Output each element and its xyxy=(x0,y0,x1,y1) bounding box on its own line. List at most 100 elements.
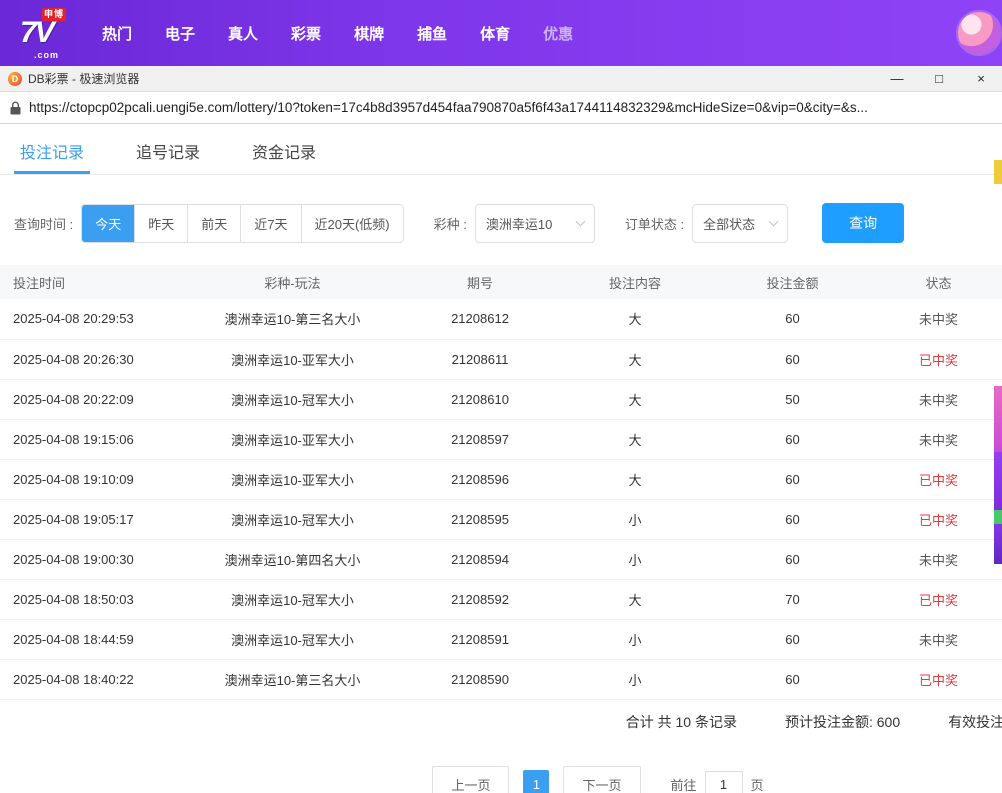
nav-item-chess[interactable]: 棋牌 xyxy=(354,23,384,44)
browser-titlebar: D DB彩票 - 极速浏览器 — □ × xyxy=(0,66,1002,92)
bet-amount: 60 xyxy=(710,539,875,579)
bet-content: 大 xyxy=(560,299,710,339)
window-title: DB彩票 - 极速浏览器 xyxy=(28,70,139,87)
issue-number: 21208596 xyxy=(400,459,560,499)
bet-time: 2025-04-08 19:10:09 xyxy=(0,459,185,499)
expected-amount: 预计投注金额: 600 xyxy=(785,712,900,732)
bet-content: 小 xyxy=(560,539,710,579)
issue-number: 21208594 xyxy=(400,539,560,579)
column-header: 投注时间 xyxy=(0,265,185,299)
issue-number: 21208610 xyxy=(400,379,560,419)
goto-label: 前往 xyxy=(671,775,697,793)
bet-time: 2025-04-08 19:15:06 xyxy=(0,419,185,459)
background-page-edge xyxy=(994,386,1002,452)
maximize-button[interactable]: □ xyxy=(918,66,960,91)
bet-amount: 60 xyxy=(710,499,875,539)
lottery-select[interactable]: 澳洲幸运10 xyxy=(475,204,595,243)
nav-item-promo[interactable]: 优惠 xyxy=(543,23,573,44)
search-button[interactable]: 查询 xyxy=(822,203,904,243)
bet-amount: 60 xyxy=(710,339,875,379)
bet-status: 已中奖 xyxy=(875,499,1002,539)
nav-item-hot[interactable]: 热门 xyxy=(102,23,132,44)
nav-item-fishing[interactable]: 捕鱼 xyxy=(417,23,447,44)
time-option-last-20-days[interactable]: 近20天(低频) xyxy=(301,205,403,242)
bet-status: 未中奖 xyxy=(875,379,1002,419)
time-filter-group: 今天昨天前天近7天近20天(低频) xyxy=(81,204,403,243)
valid-amount: 有效投注金额: xyxy=(948,712,1002,732)
table-row: 2025-04-08 19:15:06澳洲幸运10-亚军大小21208597大6… xyxy=(0,419,1002,459)
tab-chase-records[interactable]: 追号记录 xyxy=(130,124,206,174)
next-page-button[interactable]: 下一页 xyxy=(563,766,640,793)
bet-content: 大 xyxy=(560,459,710,499)
bet-time: 2025-04-08 20:29:53 xyxy=(0,299,185,339)
time-option-yesterday[interactable]: 昨天 xyxy=(134,205,187,242)
time-option-today[interactable]: 今天 xyxy=(82,205,134,242)
column-header: 状态 xyxy=(875,265,1002,299)
order-status-select[interactable]: 全部状态 xyxy=(692,204,788,243)
lock-icon xyxy=(10,101,21,115)
bet-amount: 70 xyxy=(710,579,875,619)
game-play: 澳洲幸运10-亚军大小 xyxy=(185,459,400,499)
bet-time: 2025-04-08 18:40:22 xyxy=(0,659,185,699)
background-page-edge xyxy=(994,160,1002,184)
bet-status: 未中奖 xyxy=(875,619,1002,659)
goto-page-input[interactable] xyxy=(705,771,743,793)
game-play: 澳洲幸运10-第三名大小 xyxy=(185,299,400,339)
bet-status: 已中奖 xyxy=(875,579,1002,619)
nav-item-lottery[interactable]: 彩票 xyxy=(291,23,321,44)
close-button[interactable]: × xyxy=(960,66,1002,91)
minimize-button[interactable]: — xyxy=(876,66,918,91)
page-number-current[interactable]: 1 xyxy=(523,770,549,793)
tab-fund-records[interactable]: 资金记录 xyxy=(246,124,322,174)
table-row: 2025-04-08 18:44:59澳洲幸运10-冠军大小21208591小6… xyxy=(0,619,1002,659)
user-avatar[interactable] xyxy=(956,10,1002,56)
bet-time: 2025-04-08 19:05:17 xyxy=(0,499,185,539)
nav-item-slots[interactable]: 电子 xyxy=(165,23,195,44)
bet-time: 2025-04-08 20:26:30 xyxy=(0,339,185,379)
nav-item-live[interactable]: 真人 xyxy=(228,23,258,44)
bet-content: 大 xyxy=(560,419,710,459)
prev-page-button[interactable]: 上一页 xyxy=(432,766,509,793)
game-play: 澳洲幸运10-第四名大小 xyxy=(185,539,400,579)
background-page-edge xyxy=(994,452,1002,510)
issue-number: 21208597 xyxy=(400,419,560,459)
time-filter-label: 查询时间 : xyxy=(14,214,73,233)
game-play: 澳洲幸运10-亚军大小 xyxy=(185,339,400,379)
bet-amount: 60 xyxy=(710,659,875,699)
bet-amount: 60 xyxy=(710,419,875,459)
goto-unit: 页 xyxy=(751,775,764,793)
bet-status: 已中奖 xyxy=(875,339,1002,379)
status-filter-label: 订单状态 : xyxy=(625,214,684,233)
bet-status: 未中奖 xyxy=(875,419,1002,459)
bet-time: 2025-04-08 20:22:09 xyxy=(0,379,185,419)
logo-text: 7V xyxy=(20,18,53,48)
issue-number: 21208611 xyxy=(400,339,560,379)
time-option-day-before[interactable]: 前天 xyxy=(187,205,240,242)
topnav-menu: 热门 电子 真人 彩票 棋牌 捕鱼 体育 优惠 xyxy=(102,23,573,44)
tab-bet-records[interactable]: 投注记录 xyxy=(14,124,90,174)
background-page-edge xyxy=(994,524,1002,564)
column-header: 投注内容 xyxy=(560,265,710,299)
issue-number: 21208590 xyxy=(400,659,560,699)
nav-item-sports[interactable]: 体育 xyxy=(480,23,510,44)
tab-bar: 投注记录追号记录资金记录 xyxy=(0,124,1002,175)
bet-content: 大 xyxy=(560,579,710,619)
table-row: 2025-04-08 20:26:30澳洲幸运10-亚军大小21208611大6… xyxy=(0,339,1002,379)
table-row: 2025-04-08 19:05:17澳洲幸运10-冠军大小21208595小6… xyxy=(0,499,1002,539)
table-row: 2025-04-08 20:29:53澳洲幸运10-第三名大小21208612大… xyxy=(0,299,1002,339)
lottery-select-value: 澳洲幸运10 xyxy=(486,214,552,233)
bet-content: 大 xyxy=(560,339,710,379)
site-logo[interactable]: 申博 7V .com xyxy=(18,6,78,60)
bet-amount: 60 xyxy=(710,459,875,499)
bet-status: 未中奖 xyxy=(875,539,1002,579)
time-option-last-7-days[interactable]: 近7天 xyxy=(240,205,300,242)
chevron-down-icon xyxy=(769,217,779,227)
game-play: 澳洲幸运10-冠军大小 xyxy=(185,619,400,659)
game-play: 澳洲幸运10-冠军大小 xyxy=(185,499,400,539)
browser-app-icon: D xyxy=(8,72,22,86)
address-bar[interactable]: https://ctopcp02pcali.uengi5e.com/lotter… xyxy=(0,92,1002,124)
issue-number: 21208612 xyxy=(400,299,560,339)
pagination: 上一页 1 下一页 前往 页 xyxy=(97,766,1002,793)
table-row: 2025-04-08 19:10:09澳洲幸运10-亚军大小21208596大6… xyxy=(0,459,1002,499)
table-row: 2025-04-08 18:40:22澳洲幸运10-第三名大小21208590小… xyxy=(0,659,1002,699)
